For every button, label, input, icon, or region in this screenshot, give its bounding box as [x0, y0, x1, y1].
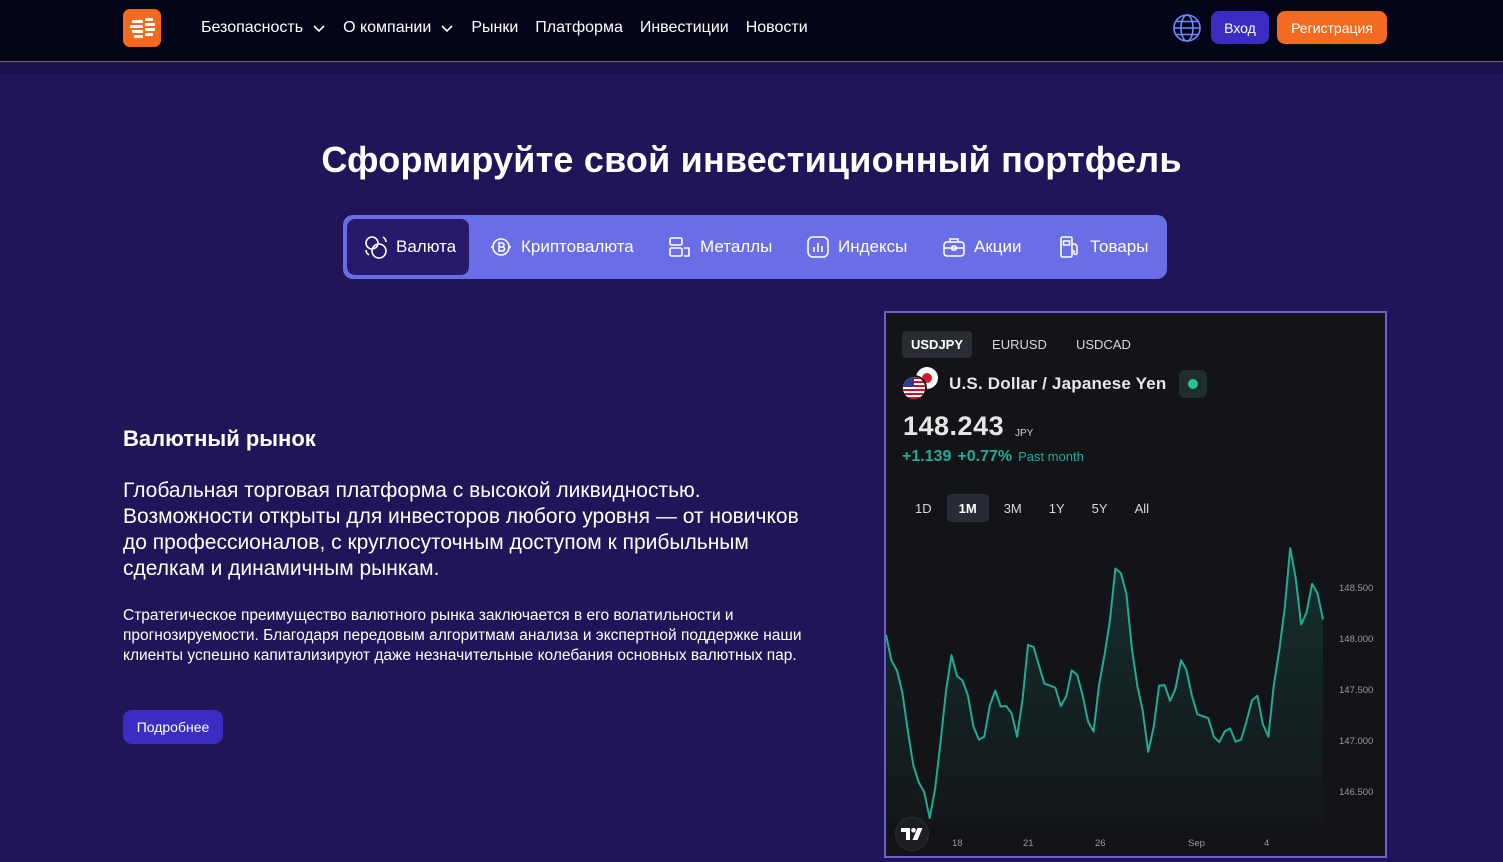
tab-commodities[interactable]: Товары — [1057, 219, 1148, 275]
price-change: +1.139 +0.77% Past month — [902, 448, 1084, 466]
pair-name: U.S. Dollar / Japanese Yen — [949, 374, 1167, 393]
fuel-pump-icon — [1060, 236, 1078, 258]
briefcase-icon — [943, 238, 965, 257]
nav-item-label: О компании — [343, 19, 432, 36]
main-nav: Безопасность О компании Рынки Платформа Инве… — [201, 0, 825, 56]
symbol-tabs: USDJPY EURUSD USDCAD — [902, 331, 1151, 358]
y-axis-tick-label: 147.500 — [1339, 684, 1374, 696]
x-axis-tick-label: 26 — [1095, 838, 1106, 849]
price-area-fill — [886, 548, 1323, 823]
range-tab[interactable]: 5Y — [1080, 494, 1120, 522]
symbol-tab[interactable]: USDCAD — [1067, 331, 1140, 358]
tab-label: Индексы — [838, 237, 908, 256]
y-axis-tick-label: 148.000 — [1339, 633, 1374, 645]
range-tab[interactable]: 3M — [992, 494, 1034, 522]
asset-tabs: Валюта Криптовалюта Металлы Индексы Акци… — [343, 215, 1167, 279]
market-open-dot — [1188, 379, 1198, 389]
top-navbar: Безопасность О компании Рынки Платформа Инве… — [0, 0, 1503, 62]
nav-item-label: Платформа — [535, 19, 623, 36]
nav-item-label: Новости — [745, 19, 808, 36]
change-percent: +0.77% — [957, 448, 1013, 465]
y-axis-tick-label: 148.500 — [1339, 582, 1374, 594]
index-chart-icon — [807, 236, 829, 258]
login-button[interactable]: Вход — [1211, 11, 1269, 44]
y-axis-tick-label: 147.000 — [1339, 735, 1374, 747]
price-chart-widget: USDJPY EURUSD USDCAD U.S. Dollar / Japanes… — [884, 311, 1387, 858]
nav-item[interactable]: Безопасность — [201, 19, 326, 37]
nav-item-label: Инвестиции — [639, 19, 729, 36]
price-area-chart[interactable] — [886, 523, 1326, 823]
header-divider — [0, 63, 1503, 74]
nav-item[interactable]: Новости — [746, 19, 808, 37]
language-globe-icon[interactable] — [1172, 13, 1202, 43]
y-axis-tick-label: 146.500 — [1339, 786, 1374, 798]
chevron-down-icon — [440, 21, 454, 35]
tab-label: Металлы — [700, 237, 773, 256]
range-tab[interactable]: 1D — [903, 494, 944, 522]
range-tab[interactable]: 1M — [946, 494, 989, 522]
tab-label: Валюта — [396, 237, 457, 256]
change-absolute: +1.139 — [902, 448, 952, 465]
nav-item[interactable]: Инвестиции — [640, 19, 729, 37]
x-axis-tick-label: 21 — [1023, 838, 1034, 849]
section-body: Стратегическое преимущество валютного ры… — [123, 607, 802, 664]
symbol-tab[interactable]: USDJPY — [902, 331, 973, 358]
nav-item[interactable]: Платформа — [535, 19, 623, 37]
chevron-down-icon — [312, 21, 326, 35]
register-button[interactable]: Регистрация — [1277, 11, 1387, 44]
nav-item[interactable]: О компании — [343, 19, 454, 37]
learn-more-button[interactable]: Подробнее — [123, 710, 223, 744]
tab-stocks[interactable]: Акции — [941, 219, 1022, 275]
section-lead: Глобальная торговая платформа с высокой … — [123, 479, 799, 580]
tab-indices[interactable]: Индексы — [805, 219, 907, 275]
brand-logo[interactable] — [123, 9, 161, 47]
symbol-tab[interactable]: EURUSD — [983, 331, 1056, 358]
tab-label: Товары — [1090, 237, 1149, 256]
section-title: Валютный рынок — [123, 426, 316, 451]
tradingview-logo-icon[interactable] — [895, 817, 929, 851]
range-tab[interactable]: 1Y — [1037, 494, 1077, 522]
price-unit: JPY — [1015, 428, 1034, 439]
x-axis-tick-label: 18 — [952, 838, 963, 849]
time-range-tabs: 1D 1M 3M 1Y 5Y All — [903, 494, 1164, 522]
market-status-badge — [1179, 370, 1207, 398]
bitcoin-icon — [491, 238, 511, 256]
tab-label: Криптовалюта — [521, 237, 634, 256]
nav-item-label: Безопасность — [201, 19, 304, 36]
current-price: 148.243 — [903, 411, 1005, 441]
tab-label: Акции — [974, 237, 1022, 256]
tab-currency[interactable]: Валюта — [347, 219, 469, 275]
tab-crypto[interactable]: Криптовалюта — [488, 219, 634, 275]
x-axis-tick-label: 4 — [1264, 838, 1270, 849]
nav-item[interactable]: Рынки — [471, 19, 518, 37]
x-axis-tick-label: Sep — [1188, 838, 1205, 849]
range-tab[interactable]: All — [1123, 494, 1161, 522]
currency-flags-icon — [901, 366, 941, 402]
metal-bars-icon — [669, 237, 690, 257]
nav-item-label: Рынки — [471, 19, 519, 36]
change-period: Past month — [1018, 449, 1084, 464]
currency-icon — [365, 236, 387, 259]
page-title: Сформируйте свой инвестиционный портфель — [321, 139, 1182, 180]
tab-metals[interactable]: Металлы — [667, 219, 772, 275]
